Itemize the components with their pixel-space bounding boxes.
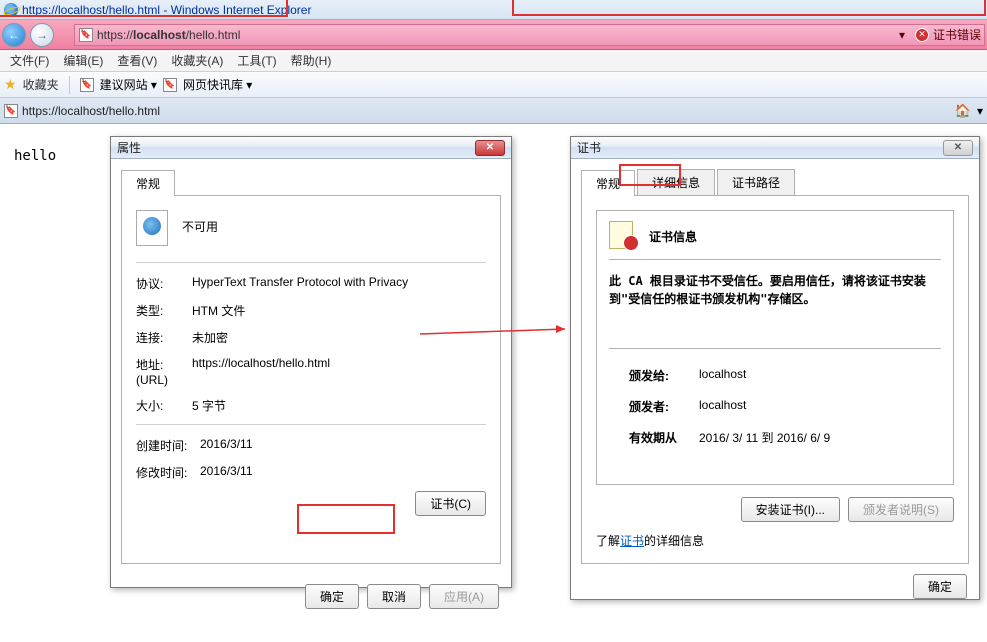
ok-button[interactable]: 确定 [305, 584, 359, 609]
tab-path[interactable]: 证书路径 [717, 169, 795, 195]
label-issued-to: 颁发给: [629, 367, 699, 384]
window-title: https://localhost/hello.html - Windows I… [22, 3, 311, 17]
quick-icon: 🔖 [163, 78, 177, 92]
props-tabstrip: 常规 [121, 169, 501, 196]
menu-view[interactable]: 查看(V) [111, 50, 163, 71]
value-size: 5 字节 [192, 397, 486, 414]
home-dropdown-icon[interactable]: ▾ [977, 104, 983, 118]
menu-favorites[interactable]: 收藏夹(A) [165, 50, 229, 71]
cert-warning-message: 此 CA 根目录证书不受信任。要启用信任，请将该证书安装到"受信任的根证书颁发机… [609, 272, 941, 308]
close-icon[interactable]: ✕ [943, 140, 973, 156]
menu-file[interactable]: 文件(F) [4, 50, 55, 71]
dialog-titlebar[interactable]: 属性 ✕ [111, 137, 511, 159]
tab-detail[interactable]: 详细信息 [637, 169, 715, 195]
back-button[interactable]: ← [2, 23, 26, 47]
not-available: 不可用 [182, 210, 218, 235]
page-content: hello 属性 ✕ 常规 不可用 协议:HyperText Transfer … [0, 124, 987, 642]
suggest-icon: 🔖 [80, 78, 94, 92]
certificate-button[interactable]: 证书(C) [415, 491, 486, 516]
dialog-title: 证书 [577, 139, 601, 156]
dialog-footer: 确定 取消 应用(A) [111, 574, 511, 619]
address-bar[interactable]: 🔖 https://localhost/hello.html [74, 24, 985, 46]
tab-title[interactable]: https://localhost/hello.html [22, 104, 160, 118]
divider [609, 348, 941, 349]
cert-error-text[interactable]: 证书错误 [933, 26, 981, 43]
tab-bar: 🔖 https://localhost/hello.html 🏠 ▾ [0, 98, 987, 124]
value-issued-to: localhost [699, 367, 941, 384]
cert-info-title: 证书信息 [649, 228, 697, 245]
menu-bar: 文件(F) 编辑(E) 查看(V) 收藏夹(A) 工具(T) 帮助(H) [0, 50, 987, 72]
page-icon: 🔖 [79, 28, 93, 42]
hello-text: hello [14, 148, 56, 164]
star-icon[interactable]: ★ [4, 76, 17, 93]
learn-more-row: 了解证书的详细信息 [596, 532, 954, 549]
issuer-statement-button[interactable]: 颁发者说明(S) [848, 497, 954, 522]
tab-page-icon: 🔖 [4, 104, 18, 118]
properties-dialog: 属性 ✕ 常规 不可用 协议:HyperText Transfer Protoc… [110, 136, 512, 588]
value-issued-by: localhost [699, 398, 941, 415]
address-dropdown-icon[interactable]: ▾ [899, 28, 905, 42]
apply-button[interactable]: 应用(A) [429, 584, 499, 609]
cert-info-box: 证书信息 此 CA 根目录证书不受信任。要启用信任，请将该证书安装到"受信任的根… [596, 210, 954, 485]
forward-button[interactable]: → [30, 23, 54, 47]
value-created: 2016/3/11 [200, 437, 486, 454]
install-cert-button[interactable]: 安装证书(I)... [741, 497, 840, 522]
ie-icon [4, 3, 18, 17]
label-type: 类型: [136, 302, 192, 319]
label-created: 创建时间: [136, 437, 200, 454]
suggested-sites[interactable]: 建议网站 ▾ [100, 76, 157, 93]
tab-general[interactable]: 常规 [581, 170, 635, 196]
page-type-icon [136, 210, 168, 246]
label-issued-by: 颁发者: [629, 398, 699, 415]
divider [609, 259, 941, 260]
cert-tabstrip: 常规 详细信息 证书路径 [581, 169, 969, 196]
cert-error-icon[interactable]: ✕ [915, 28, 929, 42]
label-valid-from: 有效期从 [629, 429, 699, 446]
window-titlebar: https://localhost/hello.html - Windows I… [0, 0, 987, 20]
value-protocol: HyperText Transfer Protocol with Privacy [192, 275, 486, 292]
certificate-dialog: 证书 ✕ 常规 详细信息 证书路径 证书信息 此 CA 根目录证书不受信任。要启… [570, 136, 980, 600]
url-text: https://localhost/hello.html [97, 28, 240, 42]
label-modified: 修改时间: [136, 464, 200, 481]
dialog-title: 属性 [117, 139, 141, 156]
divider [69, 76, 70, 94]
cert-learn-link[interactable]: 证书 [620, 534, 644, 548]
close-icon[interactable]: ✕ [475, 140, 505, 156]
label-size: 大小: [136, 397, 192, 414]
divider [136, 262, 486, 263]
menu-edit[interactable]: 编辑(E) [57, 50, 109, 71]
label-protocol: 协议: [136, 275, 192, 292]
cert-warning-icon [609, 221, 639, 251]
dialog-titlebar[interactable]: 证书 ✕ [571, 137, 979, 159]
label-connection: 连接: [136, 329, 192, 346]
label-url: 地址: (URL) [136, 356, 192, 387]
dialog-footer: 确定 [571, 564, 979, 609]
tab-general[interactable]: 常规 [121, 170, 175, 196]
favorites-label[interactable]: 收藏夹 [23, 76, 59, 93]
value-url: https://localhost/hello.html [192, 356, 486, 387]
value-type: HTM 文件 [192, 302, 486, 319]
favorites-bar: ★ 收藏夹 🔖 建议网站 ▾ 🔖 网页快讯库 ▾ [0, 72, 987, 98]
menu-tools[interactable]: 工具(T) [231, 50, 282, 71]
cancel-button[interactable]: 取消 [367, 584, 421, 609]
value-modified: 2016/3/11 [200, 464, 486, 481]
web-slice[interactable]: 网页快讯库 ▾ [183, 76, 252, 93]
divider [136, 424, 486, 425]
value-valid-period: 2016/ 3/ 11 到 2016/ 6/ 9 [699, 429, 941, 446]
address-bar-row: ← → 🔖 https://localhost/hello.html ▾ ✕ 证… [0, 20, 987, 50]
ok-button[interactable]: 确定 [913, 574, 967, 599]
value-connection: 未加密 [192, 329, 486, 346]
home-icon[interactable]: 🏠 [955, 103, 971, 119]
menu-help[interactable]: 帮助(H) [285, 50, 338, 71]
